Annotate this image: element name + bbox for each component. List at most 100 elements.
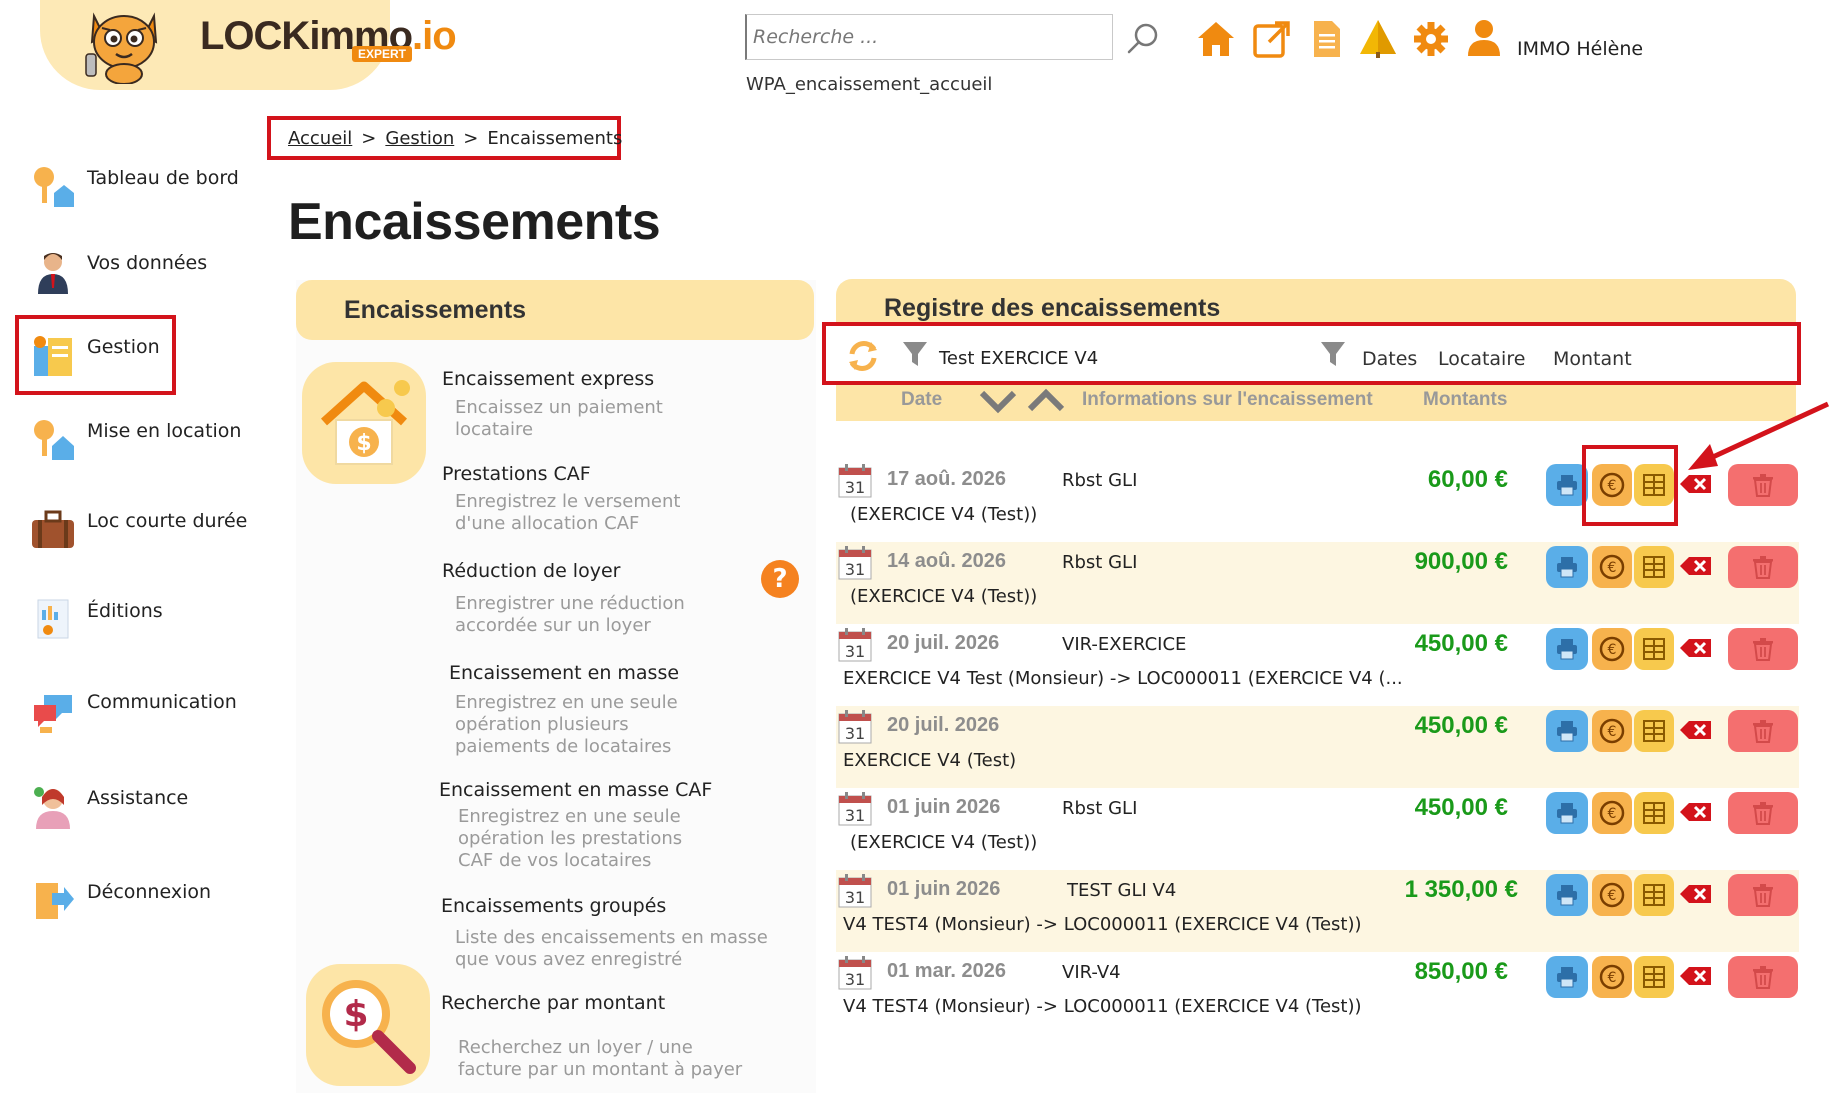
user-name[interactable]: IMMO Hélène xyxy=(1517,38,1643,60)
payment-button[interactable]: € xyxy=(1592,710,1632,752)
table-row[interactable]: 31 01 juin 2026 Rbst GLI (EXERCICE V4 (T… xyxy=(836,788,1799,870)
delete-button[interactable] xyxy=(1728,956,1798,998)
amount-search-link[interactable]: Recherche par montant xyxy=(441,992,665,1014)
mass-caf-payment-link[interactable]: Encaissement en masse CAF xyxy=(439,779,712,801)
payment-info: V4 TEST4 (Monsieur) -> LOC000011 (EXERCI… xyxy=(843,996,1362,1017)
breadcrumb-home-link[interactable]: Accueil xyxy=(288,128,352,149)
print-button[interactable] xyxy=(1546,956,1588,998)
delete-button[interactable] xyxy=(1728,546,1798,588)
sidebar-item-vos-donnees[interactable]: Vos données xyxy=(28,242,268,302)
sidebar-item-assistance[interactable]: Assistance xyxy=(28,777,268,837)
rental-key-icon xyxy=(34,420,74,460)
sidebar-item-mise-en-location[interactable]: Mise en location xyxy=(28,410,268,470)
cancel-button[interactable] xyxy=(1678,964,1714,988)
sidebar-item-tableau-de-bord[interactable]: Tableau de bord xyxy=(28,157,268,217)
payment-button[interactable]: € xyxy=(1592,956,1632,998)
euro-coin-icon: € xyxy=(1599,964,1625,990)
caf-benefits-link[interactable]: Prestations CAF xyxy=(442,463,591,485)
breadcrumb-current: Encaissements xyxy=(487,127,623,149)
cancel-button[interactable] xyxy=(1678,718,1714,742)
external-link-icon[interactable] xyxy=(1251,18,1291,60)
allocation-button[interactable] xyxy=(1634,956,1674,998)
column-filter-icon[interactable] xyxy=(1320,340,1346,368)
sort-date-label[interactable]: Date xyxy=(901,389,942,411)
breadcrumb: Accueil > Gestion > Encaissements xyxy=(267,116,623,160)
page-title: Encaissements xyxy=(288,193,661,251)
cancel-button[interactable] xyxy=(1678,636,1714,660)
user-icon[interactable] xyxy=(1464,18,1504,60)
table-row[interactable]: 31 20 juil. 2026 VIR-EXERCICE EXERCICE V… xyxy=(836,624,1799,706)
sidebar-item-communication[interactable]: Communication xyxy=(28,681,268,741)
print-button[interactable] xyxy=(1546,874,1588,916)
gestion-highlight-box xyxy=(15,315,176,395)
document-icon[interactable] xyxy=(1306,18,1346,60)
payment-reference: Rbst GLI xyxy=(1062,470,1138,491)
cancel-button[interactable] xyxy=(1678,882,1714,906)
payment-reference: VIR-EXERCICE xyxy=(1062,634,1187,655)
delete-button[interactable] xyxy=(1728,792,1798,834)
table-row[interactable]: 31 01 juin 2026 TEST GLI V4 V4 TEST4 (Mo… xyxy=(836,870,1799,952)
payment-button[interactable]: € xyxy=(1592,546,1632,588)
sort-desc-icon[interactable] xyxy=(978,387,1018,415)
print-button[interactable] xyxy=(1546,792,1588,834)
print-button[interactable] xyxy=(1546,710,1588,752)
trash-icon xyxy=(1753,638,1773,661)
print-button[interactable] xyxy=(1546,546,1588,588)
search-input[interactable] xyxy=(745,14,1113,60)
sidebar-item-editions[interactable]: Éditions xyxy=(28,590,268,650)
payment-button[interactable]: € xyxy=(1592,792,1632,834)
allocation-button[interactable] xyxy=(1634,628,1674,670)
print-button[interactable] xyxy=(1546,628,1588,670)
payment-button[interactable]: € xyxy=(1592,628,1632,670)
gear-icon[interactable] xyxy=(1411,18,1451,60)
mass-payment-link[interactable]: Encaissement en masse xyxy=(449,662,679,684)
payment-info: (EXERCICE V4 (Test)) xyxy=(850,504,1038,525)
logo[interactable]: LOCKimmo.io EXPERT xyxy=(40,0,457,90)
cancel-button[interactable] xyxy=(1678,800,1714,824)
payment-date: 01 juin 2026 xyxy=(887,878,1001,900)
logout-icon xyxy=(36,883,74,919)
table-row[interactable]: 31 01 mar. 2026 VIR-V4 V4 TEST4 (Monsieu… xyxy=(836,952,1799,1034)
filter-dates[interactable]: Dates xyxy=(1362,348,1417,370)
grouped-payments-link[interactable]: Encaissements groupés xyxy=(441,895,666,917)
delete-button[interactable] xyxy=(1728,628,1798,670)
sidebar-item-deconnexion[interactable]: Déconnexion xyxy=(28,871,268,931)
allocation-button[interactable] xyxy=(1634,710,1674,752)
home-icon[interactable] xyxy=(1196,18,1236,60)
express-payment-link[interactable]: Encaissement express xyxy=(442,368,654,390)
active-filter-text: Test EXERCICE V4 xyxy=(939,348,1099,369)
allocation-button[interactable] xyxy=(1634,874,1674,916)
sidebar-item-loc-courte-duree[interactable]: Loc courte durée xyxy=(28,500,268,560)
support-agent-icon xyxy=(34,787,70,829)
grid-icon xyxy=(1643,720,1665,742)
payment-info: (EXERCICE V4 (Test)) xyxy=(850,586,1038,607)
delete-button[interactable] xyxy=(1728,710,1798,752)
breadcrumb-gestion-link[interactable]: Gestion xyxy=(385,128,454,149)
filter-icon[interactable] xyxy=(902,340,928,368)
filter-locataire[interactable]: Locataire xyxy=(1438,348,1525,370)
sort-amounts-label[interactable]: Montants xyxy=(1423,389,1507,411)
tree-icon[interactable] xyxy=(1358,18,1398,60)
sort-asc-icon[interactable] xyxy=(1026,387,1066,415)
table-row[interactable]: 31 20 juil. 2026 EXERCICE V4 (Test) 450,… xyxy=(836,706,1799,788)
allocation-button[interactable] xyxy=(1634,792,1674,834)
refresh-icon[interactable] xyxy=(844,337,882,375)
backspace-delete-icon xyxy=(1680,557,1711,575)
grid-icon xyxy=(1643,638,1665,660)
search-icon[interactable] xyxy=(1126,22,1160,56)
calendar-icon: 31 xyxy=(838,710,872,744)
payment-button[interactable]: € xyxy=(1592,874,1632,916)
printer-icon xyxy=(1557,475,1577,496)
allocation-button[interactable] xyxy=(1634,546,1674,588)
payment-reference: Rbst GLI xyxy=(1062,798,1138,819)
cancel-button[interactable] xyxy=(1678,554,1714,578)
delete-button[interactable] xyxy=(1728,874,1798,916)
svg-text:€: € xyxy=(1608,806,1617,822)
rent-reduction-link[interactable]: Réduction de loyer xyxy=(442,560,620,582)
sort-info-label[interactable]: Informations sur l'encaissement xyxy=(1082,389,1373,411)
euro-coin-icon: € xyxy=(1599,800,1625,826)
table-row[interactable]: 31 14 aoû. 2026 Rbst GLI (EXERCICE V4 (T… xyxy=(836,542,1799,624)
filter-montant[interactable]: Montant xyxy=(1553,348,1632,370)
svg-text:€: € xyxy=(1608,560,1617,576)
help-icon[interactable]: ? xyxy=(761,560,799,598)
